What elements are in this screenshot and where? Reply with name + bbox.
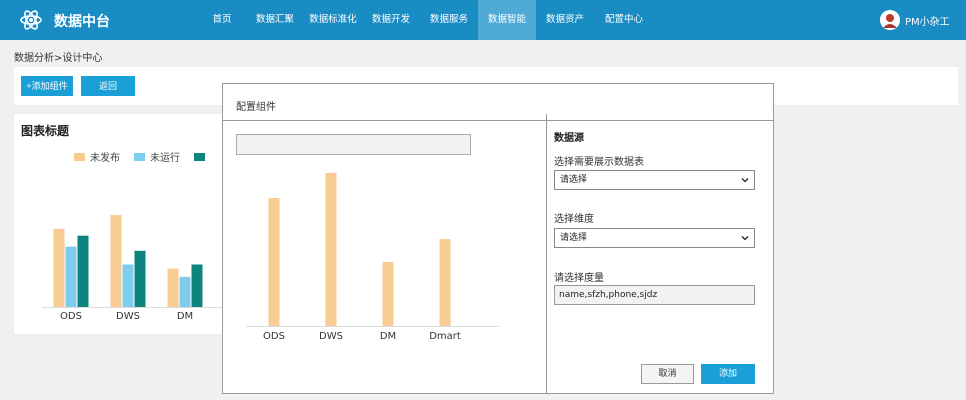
nav-item[interactable]: 配置中心	[594, 0, 654, 40]
nav-item[interactable]: 首页	[198, 0, 246, 40]
x-tick-label: ODS	[60, 311, 82, 322]
atom-icon	[20, 10, 42, 30]
table-select[interactable]: 请选择	[554, 170, 755, 190]
bar	[268, 198, 280, 326]
table-select-label: 选择需要展示数据表	[554, 157, 644, 168]
nav-item[interactable]: 数据开发	[362, 0, 420, 40]
x-tick-label: DWS	[319, 331, 343, 342]
x-tick-label: DM	[177, 311, 193, 322]
config-component-modal: 配置组件 ODS DWS DM Dmart 数据源 选择需要展示数据表 请选择 选择维…	[222, 83, 774, 394]
bar	[167, 268, 179, 307]
chevron-down-icon	[741, 236, 749, 241]
bar	[191, 264, 203, 307]
cancel-button[interactable]: 取消	[641, 364, 694, 384]
x-tick-label: ODS	[263, 331, 285, 342]
user-name[interactable]: PM小杂工	[905, 13, 950, 28]
breadcrumb: 数据分析>设计中心	[14, 53, 103, 64]
bar	[179, 276, 191, 307]
add-button[interactable]: 添加	[701, 364, 755, 384]
app-title: 数据中台	[54, 14, 110, 30]
x-tick-label: DWS	[116, 311, 140, 322]
chart-title-input[interactable]	[236, 134, 471, 155]
measure-label: 请选择度量	[554, 273, 604, 284]
datasource-title: 数据源	[554, 133, 584, 144]
preview-bar-chart: ODS DWS DM Dmart	[246, 172, 499, 342]
top-navbar: 数据中台 首页 数据汇聚 数据标准化 数据开发 数据服务 数据智能 数据资产 配置中心 PM小…	[0, 0, 966, 40]
add-component-button[interactable]: +添加组件	[21, 76, 73, 96]
modal-column-divider	[546, 114, 547, 394]
table-select-value: 请选择	[560, 175, 588, 185]
dimension-select-label: 选择维度	[554, 214, 594, 225]
modal-title: 配置组件	[236, 102, 276, 113]
bar	[122, 264, 134, 307]
nav-item[interactable]: 数据智能	[478, 0, 536, 40]
modal-divider	[223, 120, 773, 121]
bar	[325, 172, 337, 326]
x-tick-label: DM	[380, 331, 396, 342]
bar	[110, 215, 122, 307]
bar	[134, 250, 146, 307]
dimension-select-value: 请选择	[560, 233, 588, 243]
measure-field[interactable]: name,sfzh,phone,sjdz	[554, 285, 755, 305]
bar	[53, 228, 65, 307]
chart-panel: 图表标题 未发布 未运行 ODS DWS DM	[14, 114, 223, 334]
nav-item[interactable]: 数据服务	[420, 0, 478, 40]
bar	[77, 235, 89, 307]
background-bar-chart: ODS DWS DM	[42, 215, 223, 322]
nav-item[interactable]: 数据标准化	[304, 0, 362, 40]
nav-item[interactable]: 数据资产	[536, 0, 594, 40]
x-tick-label: Dmart	[429, 331, 461, 342]
bar	[65, 246, 77, 307]
user-avatar[interactable]	[880, 10, 900, 30]
chevron-down-icon	[741, 178, 749, 183]
dimension-select[interactable]: 请选择	[554, 228, 755, 248]
bar	[382, 262, 394, 326]
back-button[interactable]: 返回	[81, 76, 135, 96]
avatar-icon	[880, 10, 900, 30]
bar	[439, 239, 451, 326]
nav-item[interactable]: 数据汇聚	[246, 0, 304, 40]
main-nav: 首页 数据汇聚 数据标准化 数据开发 数据服务 数据智能 数据资产 配置中心	[198, 0, 654, 40]
